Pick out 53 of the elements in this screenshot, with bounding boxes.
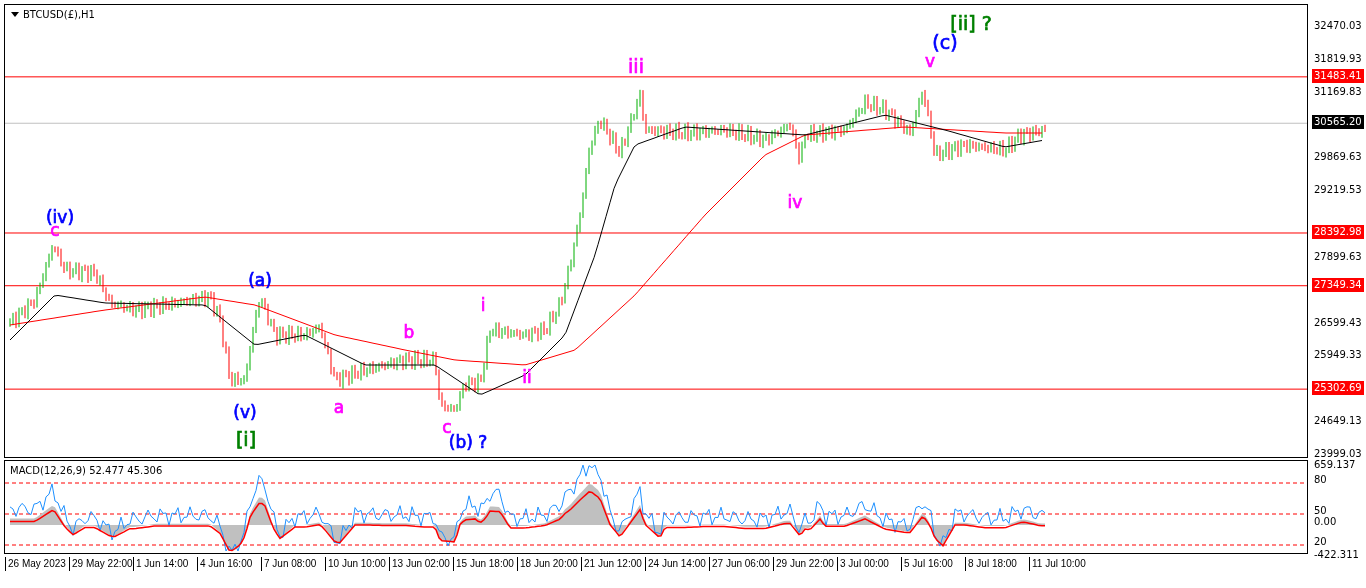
time-tick-label: 15 Jun 18:00 <box>453 557 517 571</box>
price-tick-label: 31169.83 <box>1314 84 1362 99</box>
time-tick-label: 10 Jun 10:00 <box>325 557 389 571</box>
time-tick-label: 7 Jun 08:00 <box>261 557 325 571</box>
time-tick-label: 5 Jul 16:00 <box>901 557 965 571</box>
time-tick-label: 3 Jul 00:00 <box>837 557 901 571</box>
time-tick-label: 27 Jun 06:00 <box>709 557 773 571</box>
time-tick-label: 29 May 22:00 <box>69 557 133 571</box>
indicator-tick-label: 50 <box>1314 504 1327 517</box>
price-tag: 27349.34 <box>1312 277 1364 292</box>
wave-label: [ii] ? <box>950 12 992 34</box>
indicator-label: MACD(12,26,9) 52.477 45.306 <box>10 465 163 476</box>
time-tick-label: 8 Jul 18:00 <box>965 557 1029 571</box>
wave-label: ii <box>522 367 532 387</box>
time-tick-label: 4 Jun 16:00 <box>197 557 261 571</box>
wave-label: iii <box>628 55 644 77</box>
wave-label: (a) <box>248 270 272 290</box>
price-tick-label: 29869.63 <box>1314 150 1362 165</box>
wave-label: iv <box>787 192 803 212</box>
wave-label: b <box>403 322 415 342</box>
symbol-label: BTCUSD(£),H1 <box>11 9 95 20</box>
wave-label: (v) <box>233 402 257 422</box>
wave-label: [i] <box>235 428 257 450</box>
dropdown-icon[interactable] <box>11 12 19 17</box>
wave-label: v <box>924 51 936 71</box>
price-tick-label: 32470.03 <box>1314 19 1362 33</box>
price-tick-label: 29219.53 <box>1314 183 1362 198</box>
time-tick-label: 1 Jun 14:00 <box>133 557 197 571</box>
price-tick-label: 27899.63 <box>1314 249 1362 264</box>
price-tag: 28392.98 <box>1312 225 1364 239</box>
price-tag: 25302.69 <box>1312 381 1364 396</box>
price-tick-label: 31819.93 <box>1314 51 1362 66</box>
wave-label: a <box>333 397 345 417</box>
wave-label: c <box>442 417 452 437</box>
price-tag: 30565.20 <box>1312 115 1364 130</box>
indicator-tick-label: 80 <box>1314 473 1327 487</box>
indicator-tick-label: 20 <box>1314 535 1327 549</box>
price-tag: 31483.41 <box>1312 68 1364 83</box>
price-tick-label: 24649.13 <box>1314 414 1362 429</box>
time-tick-label: 18 Jun 20:00 <box>517 557 581 571</box>
price-tick-label: 26599.43 <box>1314 315 1362 330</box>
time-tick-label: 24 Jun 14:00 <box>645 557 709 571</box>
time-tick-label: 26 May 2023 <box>5 557 69 571</box>
price-tick-label: 23999.03 <box>1314 447 1362 460</box>
indicator-tick-label: 0.00 <box>1314 515 1337 529</box>
time-tick-label: 11 Jul 10:00 <box>1029 557 1093 571</box>
indicator-tick-label: -422.311 <box>1314 548 1359 562</box>
wave-label: i <box>480 295 486 315</box>
indicator-tick-label: 659.137 <box>1314 458 1356 472</box>
time-tick-label: 13 Jun 02:00 <box>389 557 453 571</box>
time-tick-label: 21 Jun 12:00 <box>581 557 645 571</box>
time-tick-label: 29 Jun 22:00 <box>773 557 837 571</box>
price-tick-label: 25949.33 <box>1314 348 1362 363</box>
